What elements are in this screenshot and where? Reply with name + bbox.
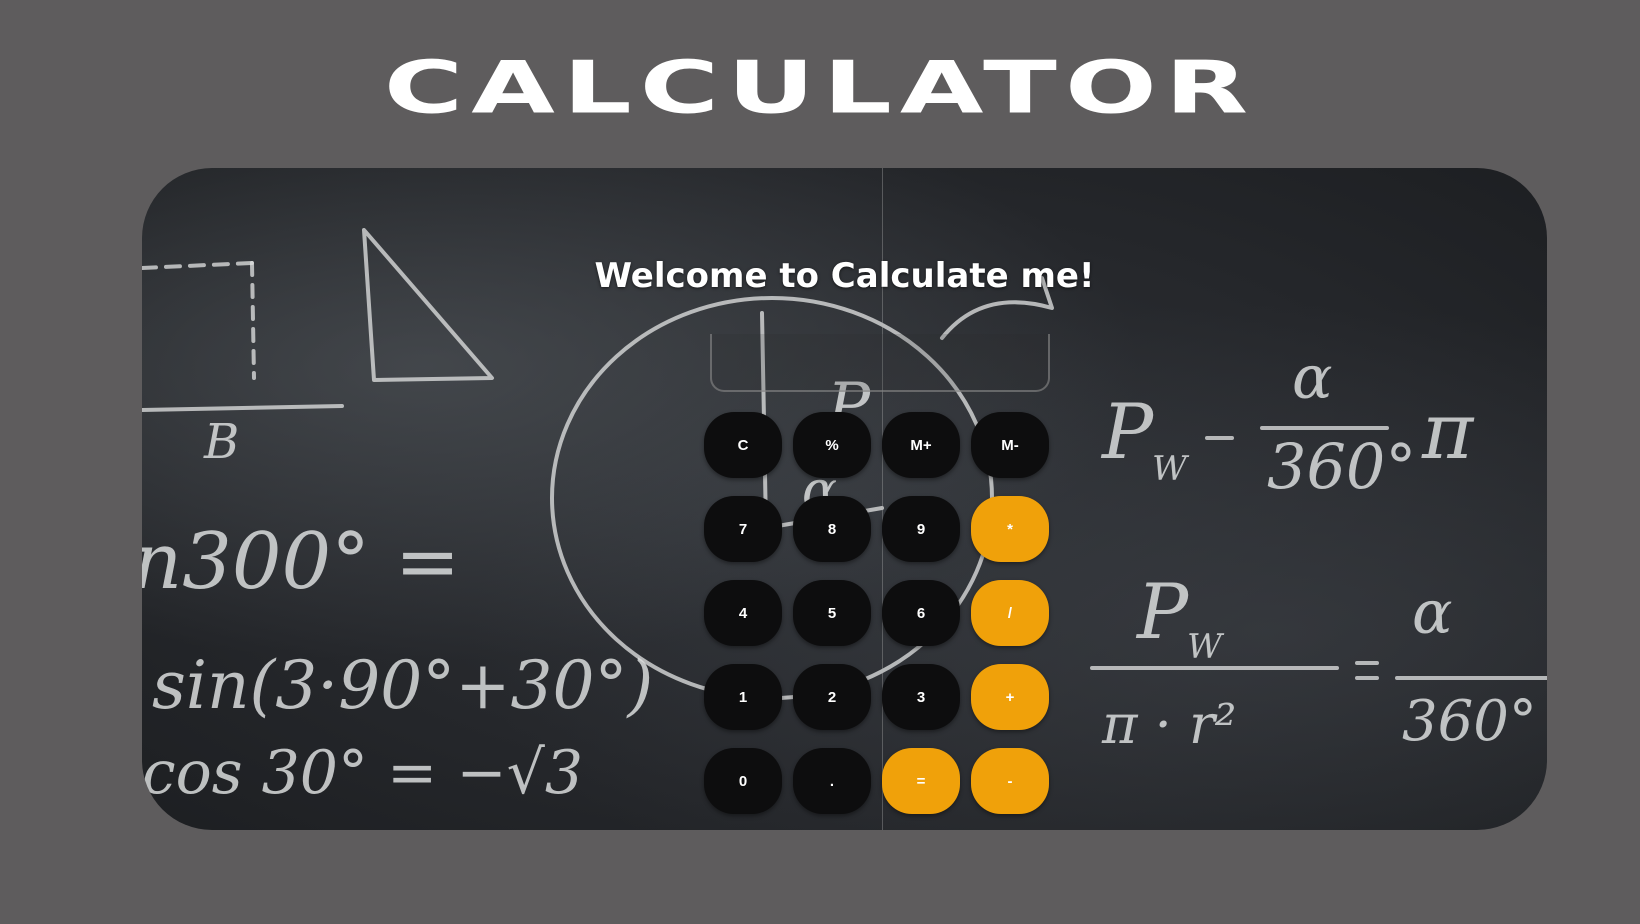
chalk-text-360a: 360° bbox=[1267, 430, 1416, 503]
multiply-button[interactable]: * bbox=[971, 496, 1049, 562]
digit-5-button[interactable]: 5 bbox=[793, 580, 871, 646]
chalk-text-pi1: π bbox=[1421, 387, 1475, 477]
add-button[interactable]: + bbox=[971, 664, 1049, 730]
chalk-text-360b: 360° bbox=[1402, 689, 1537, 754]
clear-button[interactable]: C bbox=[704, 412, 782, 478]
percent-button[interactable]: % bbox=[793, 412, 871, 478]
digit-7-button[interactable]: 7 bbox=[704, 496, 782, 562]
digit-3-button[interactable]: 3 bbox=[882, 664, 960, 730]
calculator-board: B n300° = sin(3·90°+30°) cos 30° = −√3 P… bbox=[142, 168, 1547, 830]
decimal-button[interactable]: . bbox=[793, 748, 871, 814]
equals-button[interactable]: = bbox=[882, 748, 960, 814]
chalk-text-w1: W bbox=[1152, 449, 1190, 489]
memory-subtract-button[interactable]: M- bbox=[971, 412, 1049, 478]
digit-4-button[interactable]: 4 bbox=[704, 580, 782, 646]
digit-9-button[interactable]: 9 bbox=[882, 496, 960, 562]
welcome-heading: Welcome to Calculate me! bbox=[594, 256, 1095, 296]
keypad: C % M+ M- 7 8 9 * 4 5 6 / 1 2 3 + 0 . = … bbox=[704, 412, 1049, 814]
divide-button[interactable]: / bbox=[971, 580, 1049, 646]
chalk-text-alpha3: α bbox=[1412, 578, 1453, 648]
page-title: CALCULATOR bbox=[383, 45, 1257, 130]
chalk-text-alpha2: α bbox=[1292, 343, 1333, 413]
calculator-display[interactable] bbox=[710, 334, 1050, 392]
digit-2-button[interactable]: 2 bbox=[793, 664, 871, 730]
chalk-text-w2: W bbox=[1187, 627, 1225, 667]
digit-1-button[interactable]: 1 bbox=[704, 664, 782, 730]
chalk-text-eq1: n300° = bbox=[142, 517, 460, 607]
digit-0-button[interactable]: 0 bbox=[704, 748, 782, 814]
chalk-text-pir2: π · r² bbox=[1101, 693, 1236, 756]
chalk-text-b: B bbox=[203, 414, 239, 470]
memory-add-button[interactable]: M+ bbox=[882, 412, 960, 478]
chalk-text-eq3: cos 30° = −√3 bbox=[142, 738, 583, 808]
chalk-text-p3: P bbox=[1135, 567, 1190, 656]
digit-6-button[interactable]: 6 bbox=[882, 580, 960, 646]
subtract-button[interactable]: - bbox=[971, 748, 1049, 814]
chalk-text-p2: P bbox=[1100, 387, 1155, 476]
digit-8-button[interactable]: 8 bbox=[793, 496, 871, 562]
chalk-text-eq2: sin(3·90°+30°) bbox=[152, 647, 653, 724]
